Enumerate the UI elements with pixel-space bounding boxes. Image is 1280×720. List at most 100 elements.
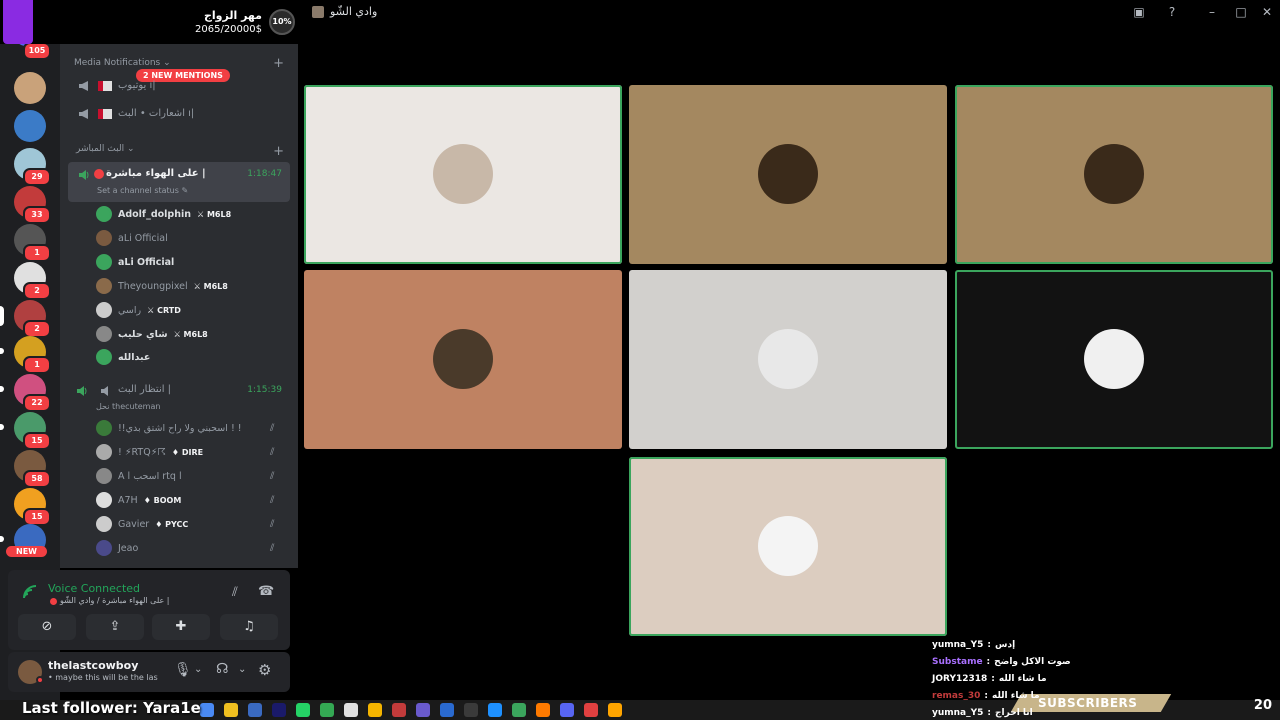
participant-avatar [758, 516, 818, 576]
taskbar-app-icon[interactable] [488, 703, 502, 717]
username[interactable]: thelastcowboy [48, 659, 138, 672]
help-icon[interactable]: ? [1163, 3, 1181, 21]
video-tile[interactable] [629, 270, 947, 449]
chat-separator: : [984, 690, 988, 701]
channel-sidebar: Media Notifications ⌄ + 2 NEW MENTIONS ي… [60, 44, 298, 568]
role-tag: ♦ PYCC [155, 519, 189, 529]
video-tile[interactable] [955, 270, 1273, 449]
new-unreads-pill[interactable]: NEW [6, 546, 47, 557]
taskbar-app-icon[interactable] [320, 703, 334, 717]
voice-user[interactable]: Gavier ♦ PYCC [96, 514, 188, 534]
voice-user[interactable]: عبدالله [96, 347, 150, 367]
video-tile[interactable] [629, 457, 947, 636]
screen-share-button[interactable]: ⇪ [86, 614, 144, 640]
add-channel-icon[interactable]: + [273, 56, 284, 71]
taskbar-app-icon[interactable] [608, 703, 622, 717]
taskbar-app-icon[interactable] [440, 703, 454, 717]
voice-user[interactable]: A7H ♦ BOOM [96, 490, 181, 510]
noise-suppression-icon[interactable]: ⫽ [232, 585, 238, 600]
speaker-icon [101, 386, 108, 396]
server-indicator [0, 306, 4, 326]
activities-button[interactable]: ✚ [152, 614, 210, 640]
avatar [96, 278, 112, 294]
chat-separator: : [991, 673, 995, 684]
add-channel-icon[interactable]: + [273, 144, 284, 159]
minimize-button[interactable]: – [1203, 3, 1221, 21]
voice-channel-path: على الهواء مباشرة / وادي الشّو | [60, 596, 170, 605]
soundboard-icon: ♫ [243, 619, 255, 634]
microphone-icon[interactable]: 🎙 [174, 662, 192, 678]
voice-user[interactable]: aLi Official [96, 228, 168, 248]
taskbar-app-icon[interactable] [536, 703, 550, 717]
soundboard-button[interactable]: ♫ [220, 614, 278, 640]
chevron-down-icon[interactable]: ⌄ [238, 664, 246, 675]
voice-user[interactable]: ! ⚡RTQ⚡☈ ♦ DIRE [96, 442, 203, 462]
voice-user-name: ! ⚡RTQ⚡☈ [118, 446, 166, 458]
voice-channel-live[interactable]: على الهواء مباشرة | 1:18:47 Set a channe… [68, 162, 290, 202]
taskbar-app-icon[interactable] [248, 703, 262, 717]
avatar [96, 516, 112, 532]
flag-icon [98, 80, 112, 91]
deafened-icon: ⫽ [270, 543, 275, 554]
voice-user[interactable]: Jeao [96, 538, 138, 558]
voice-user[interactable]: شاي حليب ⚔ M6L8 [96, 324, 208, 344]
taskbar-app-icon[interactable] [344, 703, 358, 717]
signal-icon[interactable] [22, 584, 38, 600]
category-live[interactable]: البث المباشر ⌄ [76, 144, 134, 154]
channel-notifications[interactable]: اشعارات • البث ı| [78, 108, 194, 119]
server-icon[interactable] [14, 110, 46, 142]
video-tile[interactable] [629, 85, 947, 264]
disconnect-icon[interactable]: ☎ [258, 584, 274, 599]
voice-user[interactable]: راسي ⚔ CRTD [96, 300, 181, 320]
close-button[interactable]: ✕ [1258, 3, 1276, 21]
taskbar-app-icon[interactable] [368, 703, 382, 717]
unread-badge: 2 [23, 282, 51, 300]
chat-message: remas_30: ما شاء الله [932, 687, 1152, 704]
inbox-icon[interactable]: ▣ [1130, 3, 1148, 21]
taskbar-app-icon[interactable] [584, 703, 598, 717]
channel-status-link[interactable]: Set a channel status ✎ [97, 186, 188, 195]
voice-user[interactable]: aLi Official [96, 252, 174, 272]
waiting-channel-name[interactable]: انتظار البث | [118, 384, 171, 395]
chat-separator: : [987, 707, 992, 718]
server-icon [312, 5, 324, 18]
taskbar-app-icon[interactable] [464, 703, 478, 717]
taskbar-app-icon[interactable] [416, 703, 430, 717]
taskbar-app-icon[interactable] [200, 703, 214, 717]
chevron-down-icon[interactable]: ⌄ [194, 664, 202, 675]
chat-message: JORY12318: ما شاء الله [932, 670, 1152, 687]
taskbar-app-icon[interactable] [560, 703, 574, 717]
voice-connected-title[interactable]: Voice Connected [48, 582, 140, 595]
video-tile[interactable] [955, 85, 1273, 264]
megaphone-icon [79, 80, 88, 91]
chat-username: JORY12318 [932, 673, 988, 684]
live-dot-icon [50, 598, 57, 605]
video-tile[interactable] [304, 85, 622, 264]
flag-icon [98, 108, 112, 119]
maximize-button[interactable]: □ [1232, 3, 1250, 21]
channel-youtube[interactable]: يوتيوب ı| [78, 80, 156, 91]
status-dnd-icon [36, 676, 44, 684]
unread-badge: 22 [23, 394, 51, 412]
category-media[interactable]: Media Notifications ⌄ [74, 58, 171, 68]
voice-user[interactable]: !!اسحبني ولا راح اشتق بدي ! ! [96, 418, 242, 438]
goal-title: مهر الزواج [203, 9, 262, 22]
voice-user[interactable]: Adolf_dolphin ⚔ M6L8 [96, 204, 231, 224]
voice-user-name: Adolf_dolphin [118, 208, 191, 220]
taskbar-app-icon[interactable] [392, 703, 406, 717]
taskbar-app-icon[interactable] [272, 703, 286, 717]
voice-user-name: راسي [118, 304, 142, 316]
taskbar-app-icon[interactable] [296, 703, 310, 717]
avatar [96, 540, 112, 556]
stream-chat-overlay: yumna_Y5: إدس Substame: صوت الاكل واضح JORY1… [932, 636, 1152, 720]
voice-user[interactable]: Theyoungpixel ⚔ M6L8 [96, 276, 228, 296]
server-icon[interactable] [14, 72, 46, 104]
taskbar-app-icon[interactable] [512, 703, 526, 717]
voice-user[interactable]: A l اسحب rtq l [96, 466, 182, 486]
settings-gear-icon[interactable]: ⚙ [258, 661, 271, 679]
headphones-icon[interactable]: ☊ [216, 661, 228, 677]
role-tag: ⚔ M6L8 [197, 209, 232, 219]
video-tile[interactable] [304, 270, 622, 449]
taskbar-app-icon[interactable] [224, 703, 238, 717]
camera-toggle-button[interactable]: ⊘ [18, 614, 76, 640]
